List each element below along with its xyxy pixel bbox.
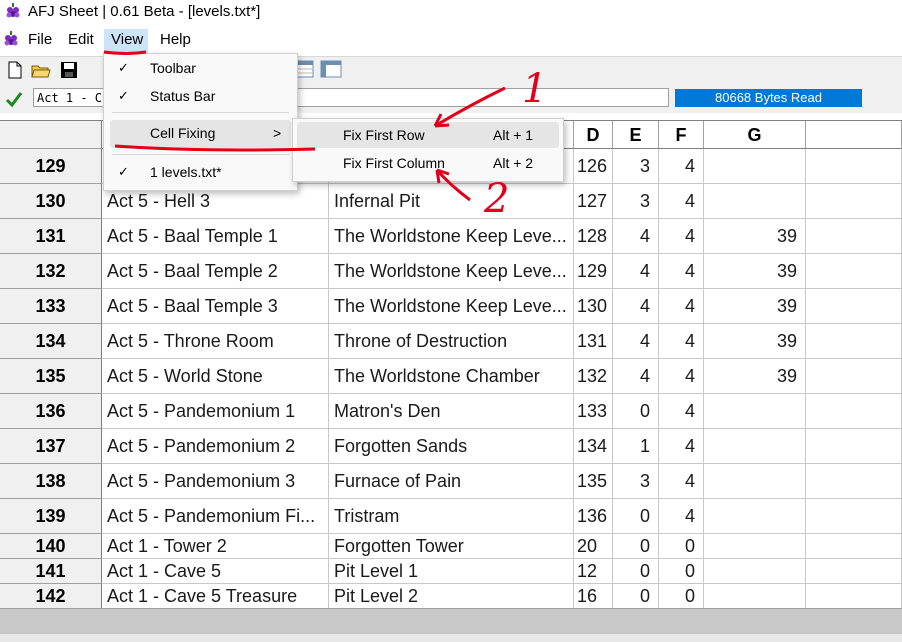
underline-view-mark — [103, 50, 147, 55]
annotation-number-two: 2 — [484, 176, 510, 222]
arrow-to-fix-first-row — [434, 86, 506, 128]
annotation-number-one: 1 — [522, 66, 548, 112]
annotation-layer — [103, 50, 506, 202]
arrow-to-fix-first-column — [435, 169, 471, 202]
underline-cell-fixing-mark — [114, 144, 316, 152]
